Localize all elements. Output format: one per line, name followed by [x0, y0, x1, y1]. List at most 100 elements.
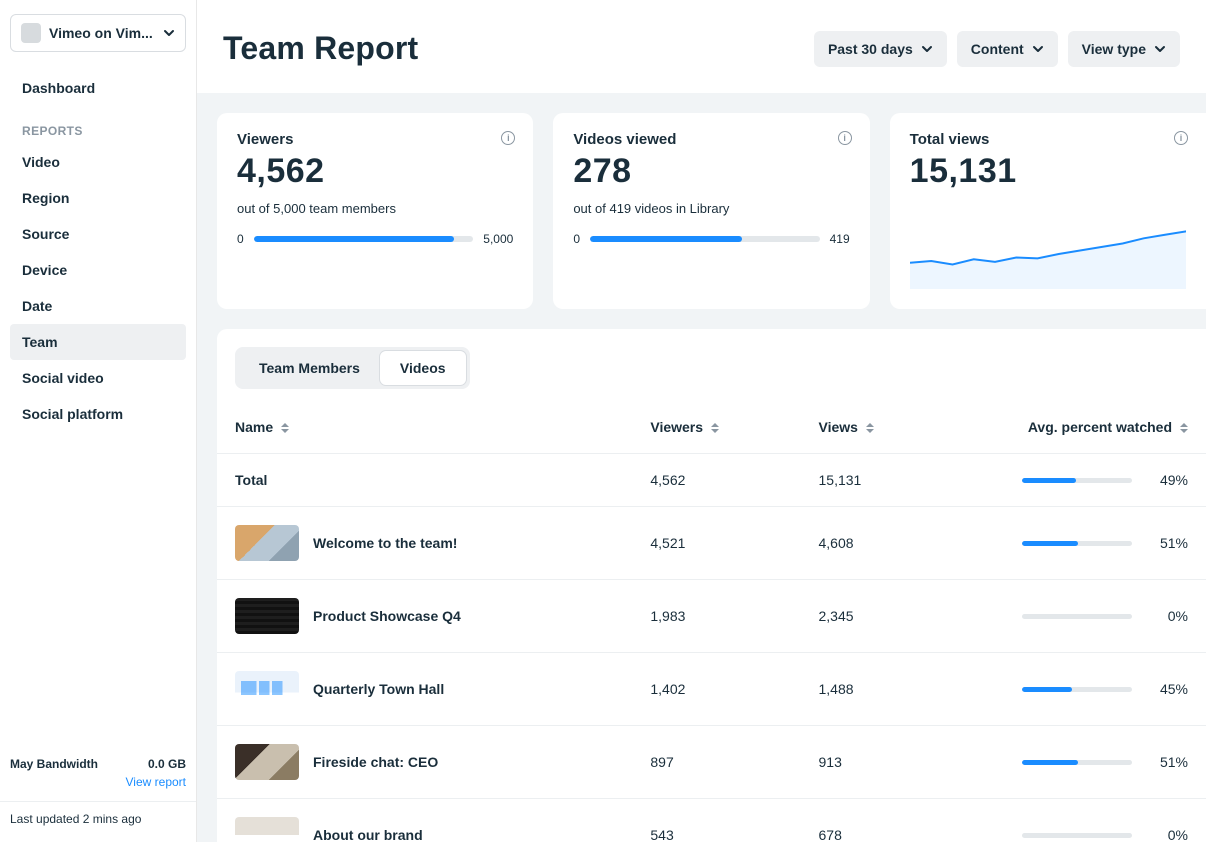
sidebar-item-social-platform[interactable]: Social platform: [10, 396, 186, 432]
filter-viewtype[interactable]: View type: [1068, 31, 1180, 67]
bar-min: 0: [237, 232, 244, 246]
sort-icon: [711, 423, 719, 433]
cell-viewers: 543: [632, 799, 800, 842]
sparkline: [910, 219, 1186, 289]
cell-views: 2,345: [801, 580, 969, 653]
view-report-link[interactable]: View report: [126, 775, 186, 789]
card-viewers-bar: 0 5,000: [237, 232, 513, 246]
info-icon[interactable]: i: [838, 131, 852, 145]
card-viewers-value: 4,562: [237, 152, 513, 191]
card-videos-bar: 0 419: [573, 232, 849, 246]
cell-viewers: 1,983: [632, 580, 800, 653]
workspace-name: Vimeo on Vim...: [49, 25, 155, 41]
card-viewers: i Viewers 4,562 out of 5,000 team member…: [217, 113, 533, 309]
chevron-down-icon: [1032, 43, 1044, 55]
cell-pct: 49%: [969, 454, 1206, 507]
th-name[interactable]: Name: [217, 401, 632, 454]
cell-views: 4,608: [801, 507, 969, 580]
sidebar-footer: May Bandwidth 0.0 GB View report Last up…: [10, 749, 186, 832]
video-thumbnail: [235, 671, 299, 707]
main: Team Report Past 30 days Content View ty…: [197, 0, 1206, 842]
table-row-total: Total 4,562 15,131 49%: [217, 454, 1206, 507]
sidebar-section-reports: REPORTS: [10, 106, 186, 144]
sidebar-item-social-video[interactable]: Social video: [10, 360, 186, 396]
divider: [0, 801, 196, 802]
card-totalviews-label: Total views: [910, 131, 1186, 148]
card-videos: i Videos viewed 278 out of 419 videos in…: [553, 113, 869, 309]
cell-pct: 0%: [969, 799, 1206, 842]
cell-name: Product Showcase Q4: [217, 580, 632, 653]
card-totalviews-value: 15,131: [910, 152, 1186, 191]
filter-content[interactable]: Content: [957, 31, 1058, 67]
cell-views: 678: [801, 799, 969, 842]
card-videos-sub: out of 419 videos in Library: [573, 201, 849, 216]
bar-min: 0: [573, 232, 580, 246]
cell-viewers: 4,562: [632, 454, 800, 507]
bar-max: 419: [830, 232, 850, 246]
cell-views: 15,131: [801, 454, 969, 507]
sort-icon: [866, 423, 874, 433]
card-videos-label: Videos viewed: [573, 131, 849, 148]
bandwidth-label: May Bandwidth: [10, 757, 98, 771]
sort-icon: [281, 423, 289, 433]
cell-viewers: 897: [632, 726, 800, 799]
chevron-down-icon: [921, 43, 933, 55]
sidebar-nav: Dashboard REPORTS Video Region Source De…: [10, 70, 186, 432]
card-videos-value: 278: [573, 152, 849, 191]
sidebar-item-team[interactable]: Team: [10, 324, 186, 360]
table-row[interactable]: Product Showcase Q4 1,983 2,345 0%: [217, 580, 1206, 653]
table-row[interactable]: Quarterly Town Hall 1,402 1,488 45%: [217, 653, 1206, 726]
sidebar-item-date[interactable]: Date: [10, 288, 186, 324]
card-viewers-sub: out of 5,000 team members: [237, 201, 513, 216]
card-viewers-label: Viewers: [237, 131, 513, 148]
filter-date[interactable]: Past 30 days: [814, 31, 947, 67]
cell-pct: 0%: [969, 580, 1206, 653]
bar-max: 5,000: [483, 232, 513, 246]
sidebar-item-region[interactable]: Region: [10, 180, 186, 216]
table-row[interactable]: Welcome to the team! 4,521 4,608 51%: [217, 507, 1206, 580]
chevron-down-icon: [1154, 43, 1166, 55]
cell-views: 913: [801, 726, 969, 799]
info-icon[interactable]: i: [1174, 131, 1188, 145]
cell-pct: 45%: [969, 653, 1206, 726]
cell-name: Quarterly Town Hall: [217, 653, 632, 726]
cell-viewers: 4,521: [632, 507, 800, 580]
sidebar: Vimeo on Vim... Dashboard REPORTS Video …: [0, 0, 197, 842]
chevron-down-icon: [163, 27, 175, 39]
video-thumbnail: [235, 744, 299, 780]
sidebar-item-video[interactable]: Video: [10, 144, 186, 180]
tab-videos[interactable]: Videos: [380, 351, 466, 385]
content-area: i Viewers 4,562 out of 5,000 team member…: [197, 93, 1206, 842]
cell-viewers: 1,402: [632, 653, 800, 726]
page-title: Team Report: [223, 30, 418, 67]
cell-pct: 51%: [969, 507, 1206, 580]
filter-date-label: Past 30 days: [828, 41, 913, 57]
workspace-selector[interactable]: Vimeo on Vim...: [10, 14, 186, 52]
video-thumbnail: [235, 598, 299, 634]
filter-content-label: Content: [971, 41, 1024, 57]
th-views[interactable]: Views: [801, 401, 969, 454]
cell-views: 1,488: [801, 653, 969, 726]
topbar: Team Report Past 30 days Content View ty…: [197, 0, 1206, 93]
th-viewers[interactable]: Viewers: [632, 401, 800, 454]
card-totalviews: i Total views 15,131: [890, 113, 1206, 309]
cell-name: About our brand: [217, 799, 632, 842]
sidebar-item-source[interactable]: Source: [10, 216, 186, 252]
sort-icon: [1180, 423, 1188, 433]
cell-name: Total: [217, 454, 632, 507]
tabs: Team Members Videos: [235, 347, 470, 389]
tab-team-members[interactable]: Team Members: [239, 351, 380, 385]
last-updated: Last updated 2 mins ago: [10, 812, 186, 826]
videos-table: Name Viewers Views Avg. percent watched …: [217, 401, 1206, 842]
sidebar-item-device[interactable]: Device: [10, 252, 186, 288]
filter-bar: Past 30 days Content View type: [814, 31, 1180, 67]
video-thumbnail: [235, 817, 299, 842]
video-thumbnail: [235, 525, 299, 561]
sidebar-item-dashboard[interactable]: Dashboard: [10, 70, 186, 106]
workspace-avatar: [21, 23, 41, 43]
th-pct[interactable]: Avg. percent watched: [969, 401, 1206, 454]
table-row[interactable]: About our brand 543 678 0%: [217, 799, 1206, 842]
bandwidth-value: 0.0 GB: [148, 757, 186, 771]
cell-pct: 51%: [969, 726, 1206, 799]
table-row[interactable]: Fireside chat: CEO 897 913 51%: [217, 726, 1206, 799]
